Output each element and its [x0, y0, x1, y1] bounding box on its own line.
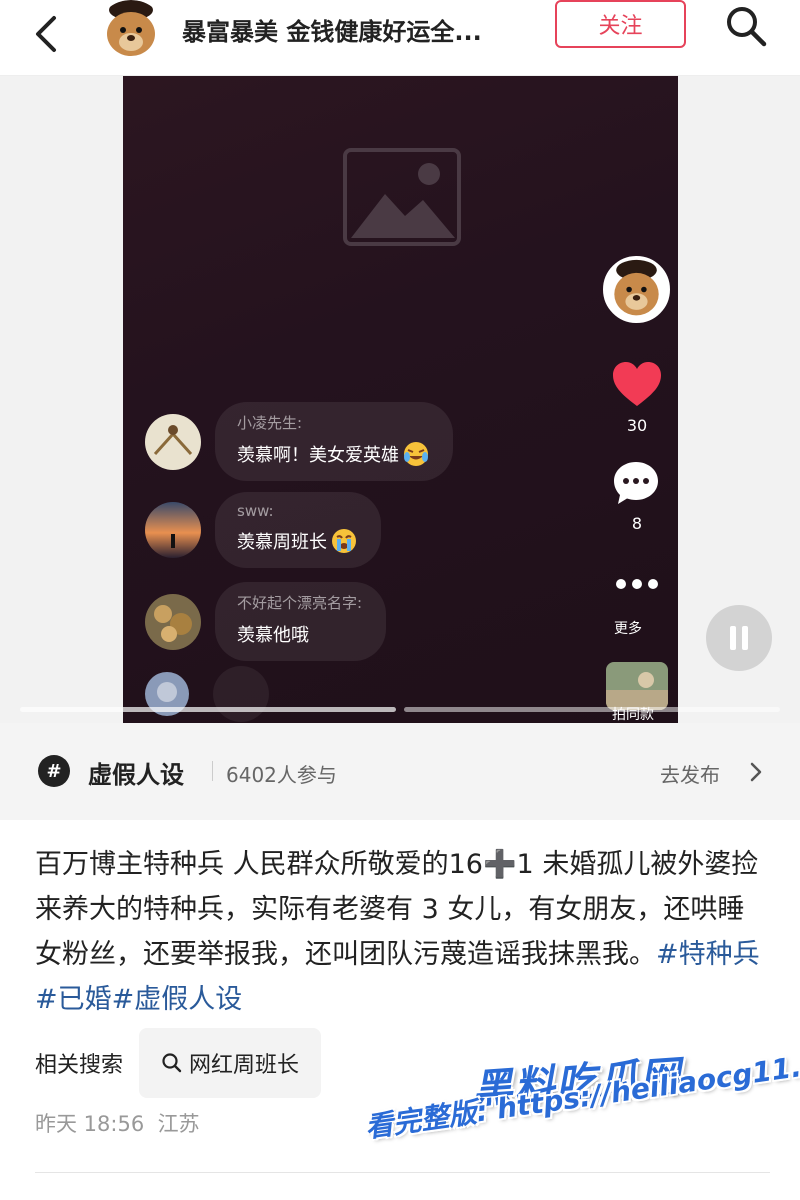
pause-button[interactable]	[706, 605, 772, 671]
comment-item-partial	[145, 666, 269, 722]
crying-emoji-icon	[331, 528, 357, 554]
post-meta: 昨天 18:56 江苏	[35, 1108, 200, 1138]
comment-item: 小凌先生: 羡慕啊！美女爱英雄	[145, 402, 453, 481]
commenter-avatar	[145, 593, 201, 650]
comment-username: 不好起个漂亮名字:	[237, 594, 363, 612]
post-time: 昨天 18:56	[35, 1112, 145, 1136]
comment-bubble: 不好起个漂亮名字: 羡慕他哦	[215, 582, 387, 661]
comment-bubble-icon[interactable]	[612, 460, 660, 506]
header-title: 暴富暴美 金钱健康好运全...	[182, 18, 482, 46]
post-location: 江苏	[157, 1112, 200, 1136]
top-bar: 暴富暴美 金钱健康好运全... 关注	[0, 0, 800, 76]
progress-segment-2[interactable]	[404, 707, 780, 712]
comment-username: sww:	[237, 502, 274, 520]
like-heart-icon[interactable]	[611, 360, 663, 408]
divider	[212, 761, 213, 781]
author-avatar[interactable]	[98, 0, 164, 60]
related-search-label: 相关搜索	[35, 1053, 124, 1078]
search-icon[interactable]	[722, 2, 770, 50]
topic-bar[interactable]: # 虚假人设 6402人参与 去发布	[0, 723, 800, 820]
divider	[35, 1172, 770, 1173]
comment-username: 小凌先生:	[237, 414, 303, 432]
comment-item: sww: 羡慕周班长	[145, 492, 381, 568]
progress-segment-1[interactable]	[20, 707, 396, 712]
comment-bubble: sww: 羡慕周班长	[215, 492, 381, 568]
comment-item: 不好起个漂亮名字: 羡慕他哦	[145, 582, 387, 661]
chevron-right-icon[interactable]	[748, 761, 764, 783]
back-icon[interactable]	[28, 12, 68, 56]
related-search-chip[interactable]: 网红周班长	[139, 1028, 322, 1098]
more-dots-icon[interactable]	[614, 575, 660, 593]
related-search-query: 网红周班长	[189, 1053, 300, 1078]
author-avatar-side[interactable]	[603, 256, 670, 323]
post-description: 百万博主特种兵 人民群众所敬爱的16➕1 未婚孤儿被外婆捡来养大的特种兵，实际有…	[35, 842, 770, 1022]
same-style-thumbnail[interactable]	[606, 662, 668, 710]
like-count: 30	[626, 416, 648, 435]
comment-bubble	[213, 666, 269, 722]
topic-participants: 6402人参与	[226, 763, 337, 787]
hashtag-icon: #	[38, 755, 70, 787]
follow-button[interactable]: 关注	[555, 0, 686, 48]
laughing-crying-emoji-icon	[403, 441, 429, 467]
video-player[interactable]: 小凌先生: 羡慕啊！美女爱英雄 sww: 羡慕周班长 不好起个漂亮名字: 羡慕他…	[123, 76, 678, 723]
search-icon	[162, 1053, 182, 1073]
comment-text: 羡慕周班长	[237, 532, 327, 553]
publish-link[interactable]: 去发布	[660, 759, 720, 788]
comment-count: 8	[631, 514, 643, 533]
image-placeholder-icon	[343, 148, 461, 246]
related-search: 相关搜索 网红周班长	[35, 1028, 322, 1098]
commenter-avatar	[145, 502, 201, 558]
hashtag-link[interactable]: #特种兵	[656, 939, 760, 970]
description-text: 百万博主特种兵 人民群众所敬爱的16➕1 未婚孤儿被外婆捡来养大的特种兵，实际有…	[35, 849, 759, 970]
hashtag-link[interactable]: #虚假人设	[112, 984, 243, 1015]
topic-name[interactable]: 虚假人设	[88, 755, 184, 790]
comment-text: 羡慕啊！美女爱英雄	[237, 445, 399, 466]
hashtag-link[interactable]: #已婚	[35, 984, 112, 1015]
commenter-avatar	[145, 413, 201, 470]
more-label[interactable]: 更多	[614, 618, 642, 638]
comment-text: 羡慕他哦	[237, 625, 309, 646]
comment-bubble: 小凌先生: 羡慕啊！美女爱英雄	[215, 402, 453, 481]
